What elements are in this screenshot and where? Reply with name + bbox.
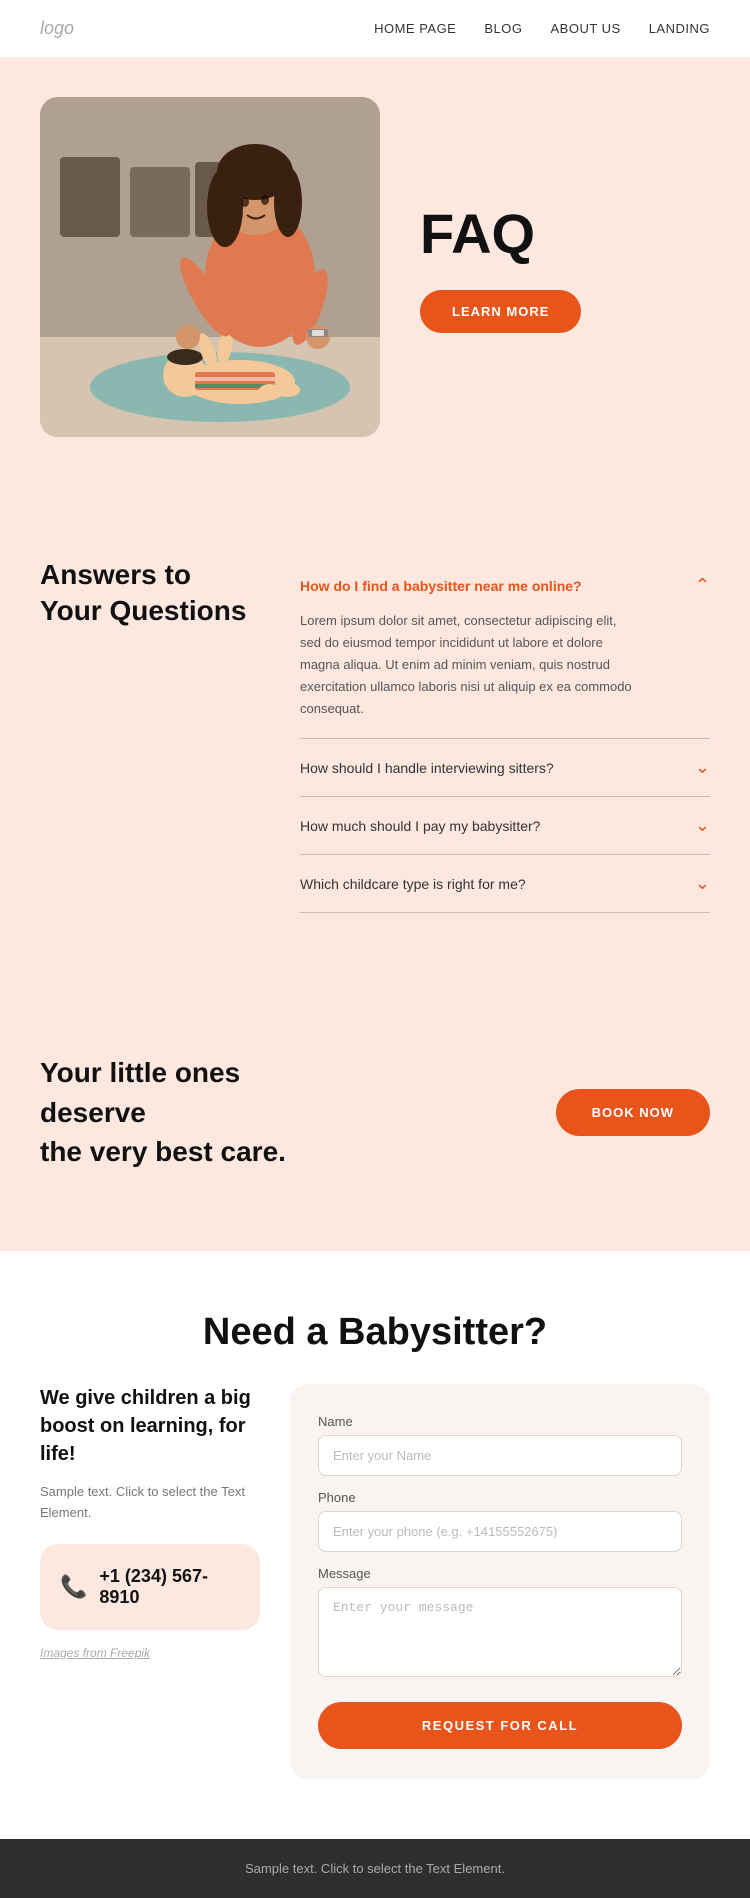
nav-blog[interactable]: BLOG — [484, 21, 522, 36]
faq-chevron-down-2: ⌄ — [695, 757, 710, 778]
faq-item-2: How should I handle interviewing sitters… — [300, 739, 710, 797]
hero-right: FAQ LEARN MORE — [420, 201, 710, 333]
message-group: Message — [318, 1566, 682, 1682]
faq-item-1: How do I find a babysitter near me onlin… — [300, 557, 710, 739]
logo: logo — [40, 18, 74, 39]
faq-item-4: Which childcare type is right for me? ⌄ — [300, 855, 710, 913]
faq-chevron-up-1: ⌃ — [695, 575, 710, 596]
book-now-button[interactable]: BOOK NOW — [556, 1089, 710, 1136]
contact-section: Need a Babysitter? We give children a bi… — [0, 1251, 750, 1839]
faq-chevron-down-3: ⌄ — [695, 815, 710, 836]
faq-answer-1: Lorem ipsum dolor sit amet, consectetur … — [300, 610, 640, 720]
nav-home[interactable]: HOME PAGE — [374, 21, 456, 36]
name-label: Name — [318, 1414, 682, 1429]
faq-title: FAQ — [420, 201, 535, 266]
contact-left-text: Sample text. Click to select the Text El… — [40, 1482, 260, 1524]
faq-question-text-3: How much should I pay my babysitter? — [300, 818, 540, 834]
faq-chevron-down-4: ⌄ — [695, 873, 710, 894]
message-textarea[interactable] — [318, 1587, 682, 1677]
phone-card: 📞 +1 (234) 567-8910 — [40, 1544, 260, 1630]
cta-text: Your little ones deserve the very best c… — [40, 1053, 340, 1171]
phone-icon: 📞 — [60, 1574, 87, 1600]
hero-section: FAQ LEARN MORE — [0, 57, 750, 497]
phone-input[interactable] — [318, 1511, 682, 1552]
nav-links: HOME PAGE BLOG ABOUT US LANDING — [374, 21, 710, 36]
footer: Sample text. Click to select the Text El… — [0, 1839, 750, 1898]
faq-accordion-section: Answers to Your Questions How do I find … — [0, 497, 750, 993]
faq-left: Answers to Your Questions — [40, 557, 260, 913]
faq-question-3[interactable]: How much should I pay my babysitter? ⌄ — [300, 815, 710, 836]
phone-group: Phone — [318, 1490, 682, 1552]
contact-heading: We give children a big boost on learning… — [40, 1384, 260, 1468]
faq-question-text-1: How do I find a babysitter near me onlin… — [300, 578, 582, 594]
phone-number: +1 (234) 567-8910 — [99, 1566, 240, 1608]
faq-question-1[interactable]: How do I find a babysitter near me onlin… — [300, 575, 710, 596]
faq-question-4[interactable]: Which childcare type is right for me? ⌄ — [300, 873, 710, 894]
request-call-button[interactable]: REQUEST FOR CALL — [318, 1702, 682, 1749]
faq-question-text-4: Which childcare type is right for me? — [300, 876, 526, 892]
cta-section: Your little ones deserve the very best c… — [0, 993, 750, 1251]
contact-title: Need a Babysitter? — [40, 1311, 710, 1354]
nav-about[interactable]: ABOUT US — [550, 21, 620, 36]
faq-item-3: How much should I pay my babysitter? ⌄ — [300, 797, 710, 855]
navbar: logo HOME PAGE BLOG ABOUT US LANDING — [0, 0, 750, 57]
learn-more-button[interactable]: LEARN MORE — [420, 290, 581, 333]
name-input[interactable] — [318, 1435, 682, 1476]
faq-question-2[interactable]: How should I handle interviewing sitters… — [300, 757, 710, 778]
contact-inner: We give children a big boost on learning… — [40, 1384, 710, 1779]
name-group: Name — [318, 1414, 682, 1476]
faq-right: How do I find a babysitter near me onlin… — [300, 557, 710, 913]
hero-image — [40, 97, 380, 437]
contact-form: Name Phone Message REQUEST FOR CALL — [290, 1384, 710, 1779]
faq-section-title: Answers to Your Questions — [40, 557, 260, 630]
phone-label: Phone — [318, 1490, 682, 1505]
faq-question-text-2: How should I handle interviewing sitters… — [300, 760, 554, 776]
freepik-credit: Images from Freepik — [40, 1646, 260, 1660]
contact-left: We give children a big boost on learning… — [40, 1384, 260, 1779]
footer-text: Sample text. Click to select the Text El… — [40, 1861, 710, 1876]
message-label: Message — [318, 1566, 682, 1581]
nav-landing[interactable]: LANDING — [649, 21, 710, 36]
